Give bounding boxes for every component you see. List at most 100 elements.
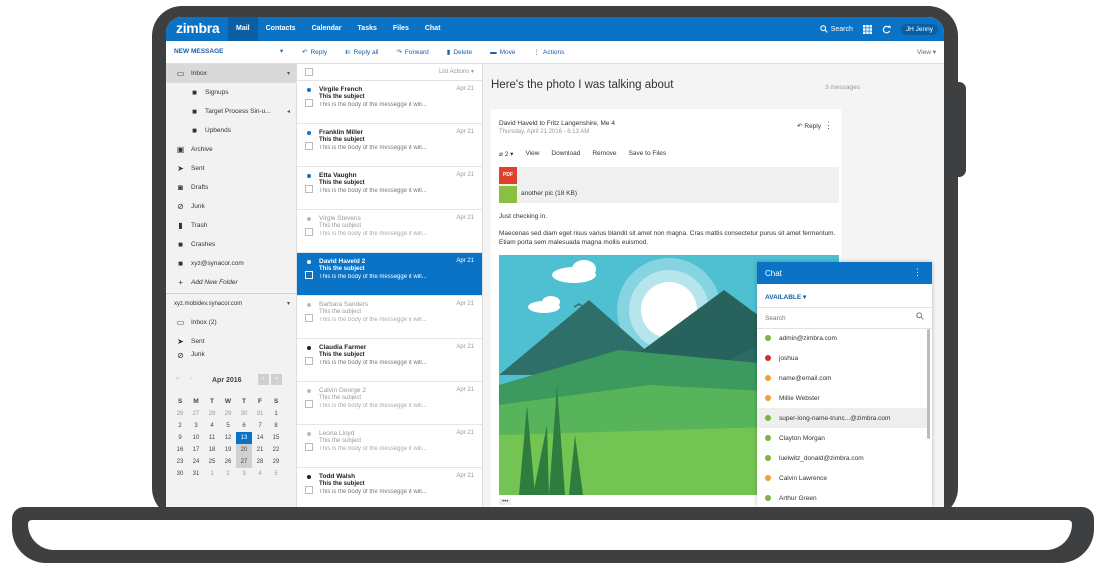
add-new-folder-button[interactable]: + Add New Folder <box>166 273 296 292</box>
chevron-left-icon[interactable]: ◂ <box>287 108 290 115</box>
chevron-down-icon[interactable]: ▾ <box>287 70 290 77</box>
calendar-day[interactable]: 9 <box>172 432 188 444</box>
chat-contact[interactable]: Arthur Green <box>757 488 927 507</box>
calendar-day[interactable]: 22 <box>268 444 284 456</box>
calendar-day[interactable]: 15 <box>268 432 284 444</box>
sidebar-item-signups[interactable]: ■ Signups <box>166 83 296 102</box>
chat-status-dropdown[interactable]: AVAILABLE ▾ <box>765 293 806 301</box>
message-row[interactable]: Virgile French Apr 21 This the subject This… <box>297 81 482 124</box>
nav-chat[interactable]: Chat <box>417 17 449 41</box>
message-checkbox[interactable] <box>305 271 313 279</box>
calendar-day[interactable]: 29 <box>220 408 236 420</box>
chat-contact[interactable]: super-long-name-trunc...@zimbra.com <box>757 408 927 428</box>
calendar-day[interactable]: 31 <box>252 408 268 420</box>
calendar-day-selected[interactable]: 20 <box>236 444 252 456</box>
calendar-day[interactable]: 7 <box>252 420 268 432</box>
new-message-dropdown-icon[interactable]: ▾ <box>280 47 283 55</box>
calendar-day[interactable]: 2 <box>172 420 188 432</box>
zimbra-logo[interactable]: zimbra <box>176 20 220 36</box>
calendar-day[interactable]: 3 <box>188 420 204 432</box>
chat-contact[interactable]: name@email.com <box>757 368 927 388</box>
calendar-day[interactable]: 6 <box>236 420 252 432</box>
message-checkbox[interactable] <box>305 486 313 494</box>
chevron-down-icon[interactable]: ▾ <box>287 300 290 307</box>
reply-button[interactable]: ↶ Reply <box>302 48 327 57</box>
actions-button[interactable]: ⋮ Actions <box>534 48 565 57</box>
calendar-day[interactable]: 5 <box>268 468 284 480</box>
sidebar-item-xyz[interactable]: ■ xyz@synacor.com <box>166 254 296 273</box>
view-button[interactable]: View ▾ <box>917 48 936 56</box>
chat-search-input[interactable] <box>763 311 907 325</box>
message-row[interactable]: Claudia Farmer Apr 21 This the subject This… <box>297 339 482 382</box>
calendar-day[interactable]: 26 <box>220 456 236 468</box>
message-row[interactable]: Leona Lloyd Apr 21 This the subject This is… <box>297 425 482 468</box>
calendar-day[interactable]: 30 <box>172 468 188 480</box>
new-message-button[interactable]: NEW MESSAGE <box>174 48 223 55</box>
search-button[interactable]: Search <box>819 25 853 33</box>
next-year-icon[interactable]: » <box>271 374 282 385</box>
chat-contact[interactable]: Clayton Morgan <box>757 428 927 448</box>
sidebar-item-crashes[interactable]: ■ Crashes <box>166 235 296 254</box>
calendar-day[interactable]: 25 <box>204 456 220 468</box>
calendar-day[interactable]: 1 <box>204 468 220 480</box>
calendar-day[interactable]: 14 <box>252 432 268 444</box>
message-row[interactable]: Virgle Stevens Apr 21 This the subject This… <box>297 210 482 253</box>
chat-contact[interactable]: Millie Webster <box>757 388 927 408</box>
sidebar-item-trash[interactable]: ▮ Trash <box>166 216 296 235</box>
calendar-day[interactable]: 31 <box>188 468 204 480</box>
calendar-day[interactable]: 28 <box>252 456 268 468</box>
message-checkbox[interactable] <box>305 400 313 408</box>
message-checkbox[interactable] <box>305 357 313 365</box>
calendar-day[interactable]: 19 <box>220 444 236 456</box>
image-attachment-icon[interactable] <box>499 186 517 203</box>
calendar-day[interactable]: 1 <box>268 408 284 420</box>
save-to-files-link[interactable]: Save to Files <box>629 150 667 158</box>
message-checkbox[interactable] <box>305 228 313 236</box>
select-all-checkbox[interactable] <box>305 68 313 76</box>
calendar-day[interactable]: 3 <box>236 468 252 480</box>
message-checkbox[interactable] <box>305 142 313 150</box>
nav-contacts[interactable]: Contacts <box>258 17 304 41</box>
calendar-day[interactable]: 4 <box>204 420 220 432</box>
calendar-day[interactable]: 4 <box>252 468 268 480</box>
calendar-day[interactable]: 21 <box>252 444 268 456</box>
sidebar-item-target-process[interactable]: ■ Target Process Sin-u... ◂ <box>166 102 296 121</box>
chat-contact[interactable]: Calvin Lawrence <box>757 468 927 488</box>
sidebar-item-inbox-2[interactable]: ▭ Inbox (2) <box>166 313 296 332</box>
calendar-day[interactable]: 16 <box>172 444 188 456</box>
calendar-day[interactable]: 2 <box>220 468 236 480</box>
sidebar-item-junk[interactable]: ⊘ Junk <box>166 197 296 216</box>
message-checkbox[interactable] <box>305 185 313 193</box>
calendar-day[interactable]: 17 <box>188 444 204 456</box>
calendar-day[interactable]: 29 <box>268 456 284 468</box>
message-row[interactable]: Franklin Miller Apr 21 This the subject Thi… <box>297 124 482 167</box>
sidebar-item-upbends[interactable]: ■ Upbends <box>166 121 296 140</box>
message-row[interactable]: Barbara Sanders Apr 21 This the subject Thi… <box>297 296 482 339</box>
reply-button[interactable]: ↶ Reply <box>797 122 821 130</box>
calendar-day[interactable]: 11 <box>204 432 220 444</box>
refresh-icon[interactable] <box>882 25 891 34</box>
calendar-day-today[interactable]: 13 <box>236 432 252 444</box>
chat-contact[interactable]: joshua <box>757 348 927 368</box>
calendar-day[interactable]: 10 <box>188 432 204 444</box>
calendar-day[interactable]: 8 <box>268 420 284 432</box>
delete-button[interactable]: ▮ Delete <box>447 48 472 57</box>
kebab-icon[interactable]: ⋮ <box>824 120 833 131</box>
sidebar-item-sent-2[interactable]: ➤ Sent <box>166 332 296 351</box>
calendar-day[interactable]: 30 <box>236 408 252 420</box>
calendar-day[interactable]: 27 <box>188 408 204 420</box>
account-header[interactable]: xyz.mobidev.synacor.com ▾ <box>166 294 296 313</box>
kebab-icon[interactable]: ⋮ <box>913 267 922 278</box>
prev-year-icon[interactable]: « <box>176 376 179 382</box>
sidebar-item-inbox[interactable]: ▭ Inbox ▾ <box>166 64 296 83</box>
show-quoted-button[interactable]: ••• <box>499 499 512 505</box>
calendar-day[interactable]: 12 <box>220 432 236 444</box>
chat-header[interactable]: Chat ⋮ <box>757 262 932 284</box>
forward-button[interactable]: ↷ Forward <box>396 48 428 57</box>
user-avatar[interactable]: JH Jenny <box>900 23 938 35</box>
calendar-day[interactable]: 23 <box>172 456 188 468</box>
nav-calendar[interactable]: Calendar <box>304 17 350 41</box>
attachment-count[interactable]: ⌀ 2 ▾ <box>499 150 513 158</box>
message-checkbox[interactable] <box>305 99 313 107</box>
reply-all-button[interactable]: ⇇ Reply all <box>345 48 378 57</box>
